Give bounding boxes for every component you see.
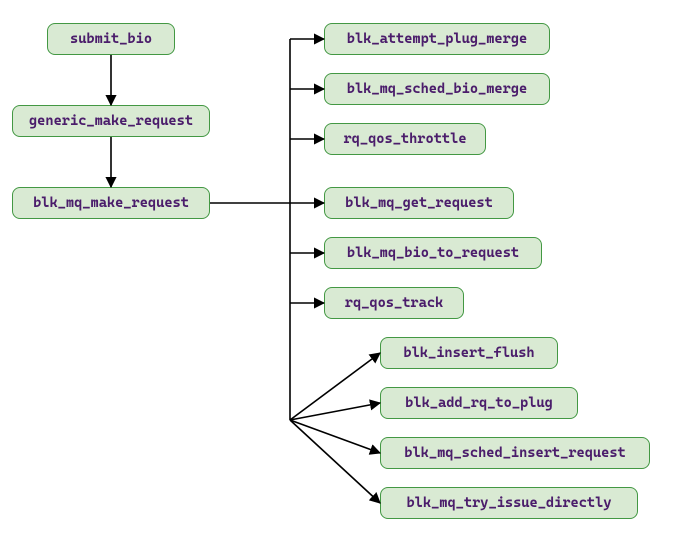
node-blk-add-rq-to-plug: blk_add_rq_to_plug [380, 387, 578, 419]
node-blk-mq-sched-insert-request: blk_mq_sched_insert_request [380, 437, 650, 469]
edge-fan [290, 353, 380, 420]
node-rq-qos-track: rq_qos_track [324, 287, 464, 319]
node-rq-qos-throttle: rq_qos_throttle [324, 123, 486, 155]
edge-fan [290, 420, 380, 503]
node-blk-attempt-plug-merge: blk_attempt_plug_merge [324, 23, 550, 55]
node-blk-mq-get-request: blk_mq_get_request [324, 187, 514, 219]
label: blk_mq_make_request [33, 195, 189, 211]
label: blk_mq_bio_to_request [347, 245, 519, 261]
node-blk-mq-sched-bio-merge: blk_mq_sched_bio_merge [324, 73, 550, 105]
label: rq_qos_track [345, 295, 443, 311]
label: rq_qos_throttle [343, 131, 466, 147]
label: generic_make_request [29, 113, 193, 129]
label: blk_add_rq_to_plug [405, 395, 553, 411]
label: blk_mq_get_request [345, 195, 493, 211]
node-blk-mq-make-request: blk_mq_make_request [12, 187, 210, 219]
label: blk_attempt_plug_merge [347, 31, 527, 47]
node-blk-mq-bio-to-request: blk_mq_bio_to_request [324, 237, 542, 269]
node-generic-make-request: generic_make_request [12, 105, 210, 137]
edge-fan [290, 403, 380, 420]
label: blk_mq_sched_bio_merge [347, 81, 527, 97]
label: blk_insert_flush [403, 345, 534, 361]
node-blk-mq-try-issue-directly: blk_mq_try_issue_directly [380, 487, 638, 519]
edge-fan [290, 420, 380, 453]
label: submit_bio [70, 31, 152, 47]
label: blk_mq_sched_insert_request [404, 445, 625, 461]
node-blk-insert-flush: blk_insert_flush [380, 337, 558, 369]
node-submit-bio: submit_bio [47, 23, 175, 55]
label: blk_mq_try_issue_directly [406, 495, 611, 511]
